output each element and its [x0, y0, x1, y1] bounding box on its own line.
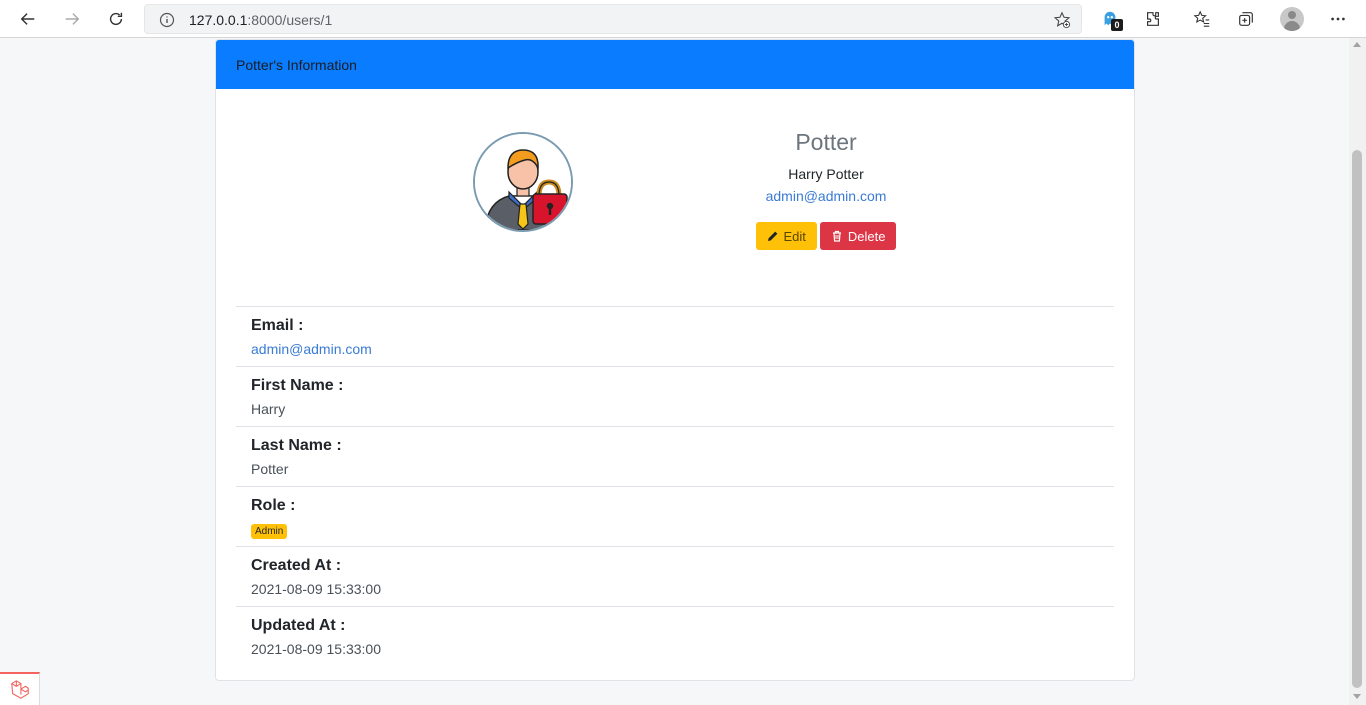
add-favorite-icon[interactable] — [1053, 11, 1071, 29]
extension-badge: 0 — [1111, 19, 1123, 31]
user-info-card: Potter's Information Potter Harry Potter… — [215, 39, 1135, 681]
profile-avatar[interactable] — [1280, 7, 1304, 31]
profile-full-name: Harry Potter — [788, 166, 864, 182]
detail-row-first-name: First Name : Harry — [236, 366, 1114, 426]
arrow-left-icon — [20, 13, 35, 25]
scroll-up-icon[interactable] — [1353, 42, 1361, 47]
puzzle-icon — [1147, 12, 1159, 26]
favorites-list-icon — [1193, 10, 1210, 27]
refresh-button[interactable] — [102, 5, 130, 33]
detail-row-email: Email : admin@admin.com — [236, 306, 1114, 366]
profile-email-link[interactable]: admin@admin.com — [686, 188, 966, 204]
debugbar-toggle[interactable] — [0, 672, 40, 705]
edit-button[interactable]: Edit — [755, 222, 817, 250]
laravel-logo-icon — [10, 679, 29, 699]
delete-button-label: Delete — [847, 228, 886, 244]
card-header: Potter's Information — [216, 40, 1134, 89]
detail-row-last-name: Last Name : Potter — [236, 426, 1114, 486]
collections-icon — [1239, 12, 1253, 26]
more-button[interactable] — [1328, 9, 1348, 29]
refresh-icon — [109, 12, 123, 26]
detail-label: Last Name : — [251, 437, 342, 454]
trash-icon — [832, 230, 841, 242]
profile-actions: Edit Delete — [686, 222, 966, 250]
page-scrollbar[interactable] — [1349, 38, 1366, 705]
profile-nickname: Potter — [795, 129, 857, 155]
detail-value: Harry — [251, 401, 286, 417]
detail-email-value[interactable]: admin@admin.com — [251, 341, 1099, 357]
detail-row-updated-at: Updated At : 2021-08-09 15:33:00 — [236, 606, 1114, 666]
extensions-button[interactable] — [1143, 9, 1163, 29]
role-badge: Admin — [251, 524, 288, 539]
profile-info: Potter Harry Potter admin@admin.com Edit… — [686, 129, 966, 250]
address-bar[interactable]: 127.0.0.1:8000/users/1 — [144, 4, 1082, 34]
profile-summary: Potter Harry Potter admin@admin.com Edit… — [216, 89, 1134, 306]
arrow-right-icon — [65, 13, 80, 25]
user-details-list: Email : admin@admin.com First Name : Har… — [236, 306, 1114, 666]
browser-toolbar: 127.0.0.1:8000/users/1 0 — [0, 0, 1366, 38]
detail-value: 2021-08-09 15:33:00 — [251, 581, 381, 597]
edit-button-label: Edit — [783, 228, 806, 244]
info-icon[interactable] — [159, 12, 175, 28]
detail-value: 2021-08-09 15:33:00 — [251, 641, 381, 657]
more-dots-icon — [1331, 17, 1345, 21]
scroll-down-icon[interactable] — [1353, 694, 1361, 699]
detail-label: Email : — [251, 317, 304, 334]
scroll-thumb[interactable] — [1352, 150, 1362, 688]
pencil-icon — [767, 231, 777, 241]
detail-label: Role : — [251, 497, 296, 514]
favorites-button[interactable] — [1192, 9, 1212, 29]
delete-button[interactable]: Delete — [819, 222, 897, 250]
detail-label: Updated At : — [251, 617, 346, 634]
detail-label: First Name : — [251, 377, 344, 394]
detail-label: Created At : — [251, 557, 342, 574]
avatar — [473, 132, 573, 232]
detail-value: Potter — [251, 461, 289, 477]
collections-button[interactable] — [1236, 9, 1256, 29]
url-text: 127.0.0.1:8000/users/1 — [189, 12, 333, 28]
forward-button[interactable] — [58, 5, 86, 33]
user-lock-avatar-icon — [475, 134, 571, 230]
detail-row-created-at: Created At : 2021-08-09 15:33:00 — [236, 546, 1114, 606]
back-button[interactable] — [14, 5, 42, 33]
detail-row-role: Role : Admin — [236, 486, 1114, 546]
